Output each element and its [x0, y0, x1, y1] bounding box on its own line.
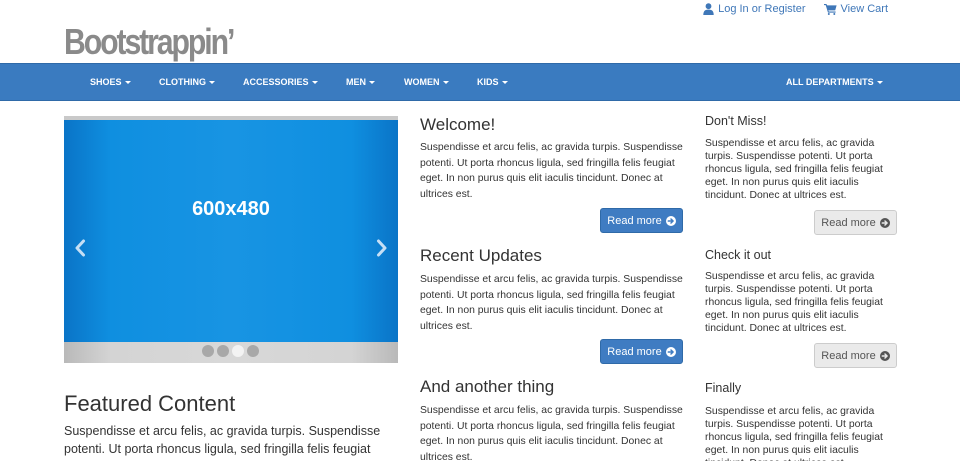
side-text-dont-miss: Suspendisse et arcu felis, ac gravida tu…: [705, 138, 883, 201]
cart-icon: [823, 4, 837, 15]
nav-item-women[interactable]: Women: [404, 64, 449, 100]
side-title-finally: Finally: [705, 381, 742, 395]
section-title-recent-updates: Recent Updates: [420, 246, 542, 265]
carousel-indicator-dot[interactable]: [247, 345, 259, 357]
nav-item-clothing[interactable]: Clothing: [159, 64, 215, 100]
arrow-circle-right-icon: [879, 350, 890, 361]
featured-title: Featured Content: [64, 391, 236, 416]
login-link[interactable]: Log In or Register: [703, 3, 806, 15]
caret-down-icon: [442, 80, 449, 84]
nav-item-men[interactable]: Men: [346, 64, 375, 100]
section-text-recent-updates: Suspendisse et arcu felis, ac gravida tu…: [420, 274, 683, 332]
carousel-indicator-dot[interactable]: [217, 345, 229, 357]
read-more-label: Read more: [607, 214, 662, 227]
nav-item-label: Women: [404, 77, 440, 87]
section-title-welcome: Welcome!: [420, 115, 496, 134]
nav-item-label: Men: [346, 77, 366, 87]
carousel-slide: 600x480: [64, 120, 398, 342]
nav-item-label: Shoes: [90, 77, 122, 87]
brand-logo[interactable]: Bootstrappin’: [64, 22, 235, 62]
arrow-circle-right-icon: [665, 346, 676, 357]
read-more-label: Read more: [607, 345, 662, 358]
caret-down-icon: [311, 80, 318, 84]
side-text-finally: Suspendisse et arcu felis, ac gravida tu…: [705, 406, 883, 461]
carousel-indicator-dot-active[interactable]: [232, 345, 244, 357]
image-carousel[interactable]: 600x480: [64, 116, 398, 363]
carousel-indicators: [202, 345, 259, 357]
caret-down-icon: [369, 80, 375, 84]
view-cart-label: View Cart: [840, 3, 888, 15]
read-more-button[interactable]: Read more: [814, 343, 897, 368]
arrow-circle-right-icon: [879, 217, 890, 228]
slide-placeholder-label: 600x480: [192, 198, 270, 220]
read-more-button[interactable]: Read more: [814, 210, 897, 235]
read-more-label: Read more: [821, 216, 876, 229]
caret-down-icon: [124, 80, 131, 84]
login-link-label: Log In or Register: [718, 3, 806, 15]
chevron-left-icon[interactable]: [73, 238, 87, 258]
nav-item-all-departments[interactable]: All Departments: [786, 64, 883, 100]
user-icon: [703, 3, 714, 15]
nav-item-label: Accessories: [243, 77, 309, 87]
caret-down-icon: [501, 80, 508, 84]
section-text-another-thing: Suspendisse et arcu felis, ac gravida tu…: [420, 405, 683, 461]
chevron-right-icon[interactable]: [375, 238, 389, 258]
nav-item-label: Kids: [477, 77, 499, 87]
read-more-label: Read more: [821, 349, 876, 362]
caret-down-icon: [209, 80, 215, 84]
side-title-check-it-out: Check it out: [705, 248, 772, 262]
side-text-check-it-out: Suspendisse et arcu felis, ac gravida tu…: [705, 271, 883, 334]
read-more-button[interactable]: Read more: [600, 339, 683, 364]
section-title-another-thing: And another thing: [420, 377, 555, 396]
caret-down-icon: [876, 80, 883, 84]
main-navbar: Shoes Clothing Accessories Men Women Kid…: [0, 63, 960, 101]
nav-item-accessories[interactable]: Accessories: [243, 64, 318, 100]
nav-item-kids[interactable]: Kids: [477, 64, 508, 100]
nav-item-shoes[interactable]: Shoes: [90, 64, 131, 100]
read-more-button[interactable]: Read more: [600, 208, 683, 233]
nav-item-label: Clothing: [159, 77, 206, 87]
arrow-circle-right-icon: [665, 215, 676, 226]
nav-item-label: All Departments: [786, 77, 874, 87]
featured-text: Suspendisse et arcu felis, ac gravida tu…: [64, 424, 381, 456]
top-links: Log In or Register View Cart: [703, 3, 888, 15]
section-text-welcome: Suspendisse et arcu felis, ac gravida tu…: [420, 142, 683, 200]
view-cart-link[interactable]: View Cart: [823, 3, 888, 15]
side-title-dont-miss: Don't Miss!: [705, 114, 767, 128]
carousel-indicator-dot[interactable]: [202, 345, 214, 357]
